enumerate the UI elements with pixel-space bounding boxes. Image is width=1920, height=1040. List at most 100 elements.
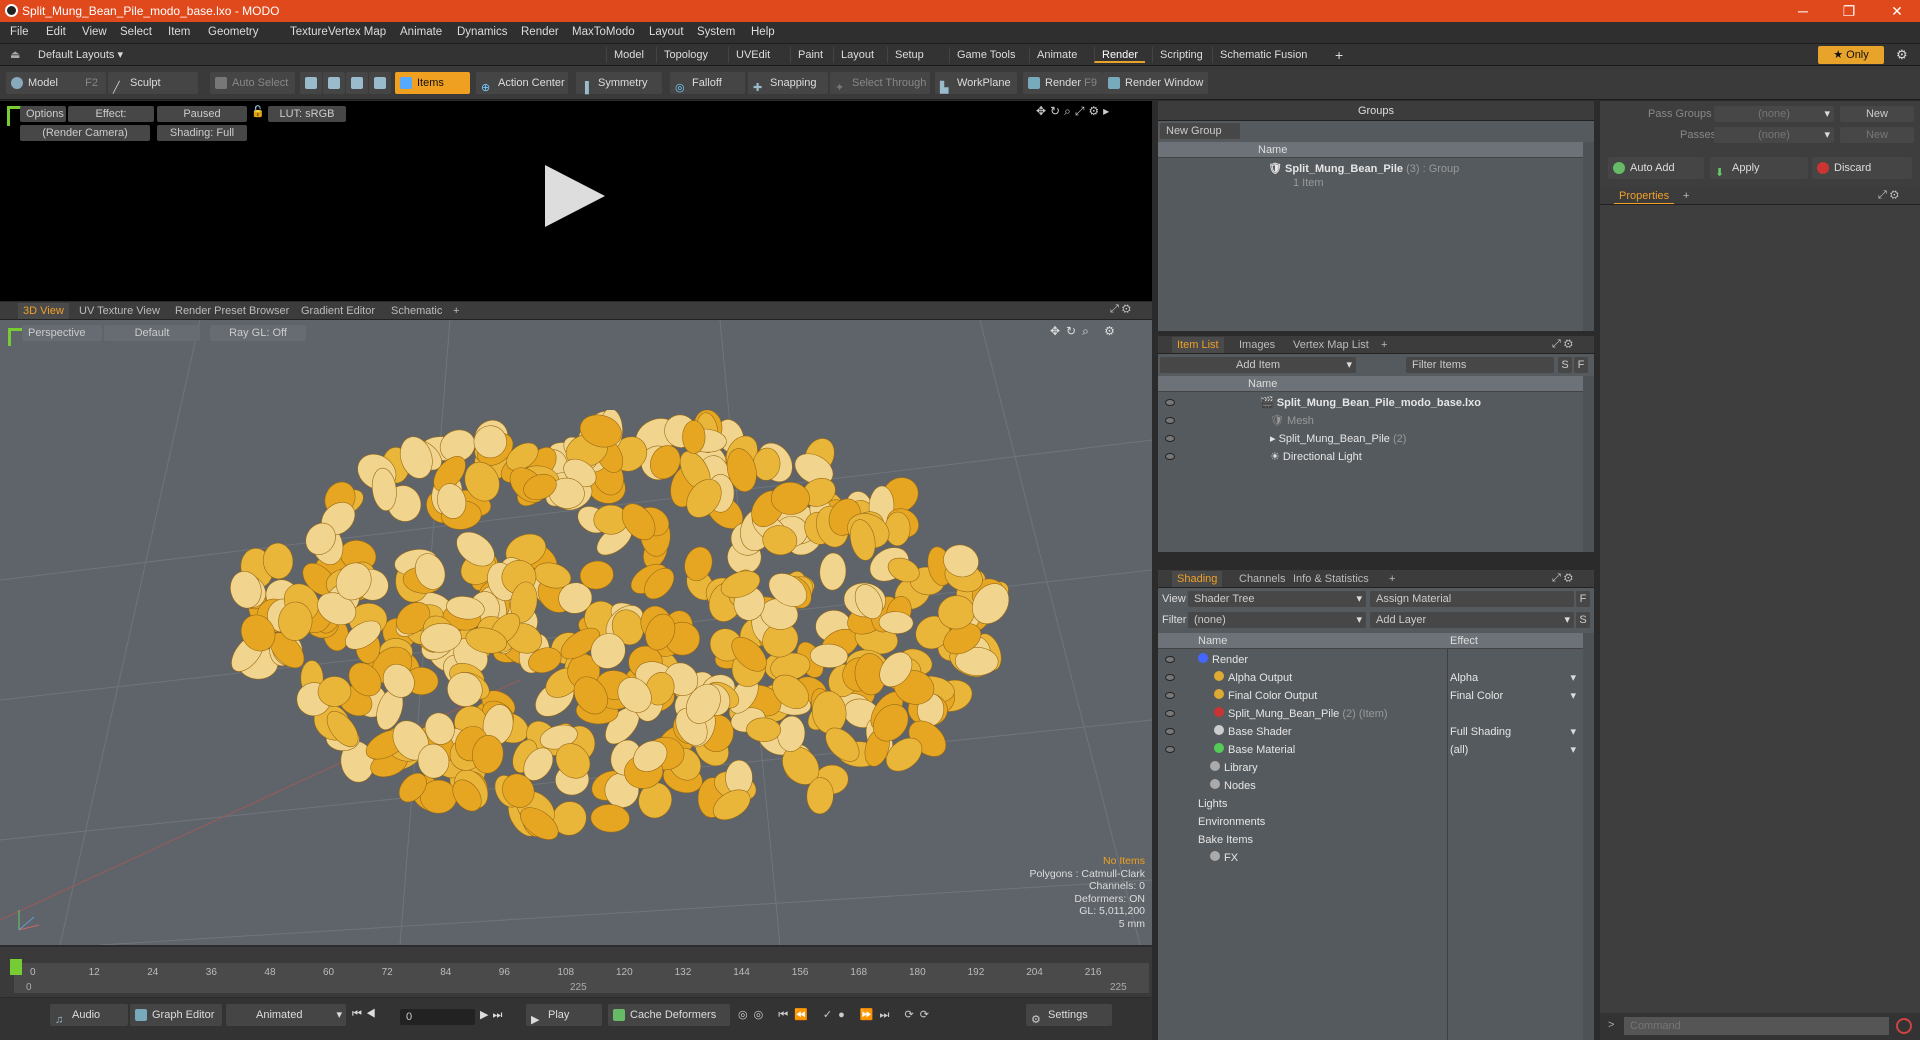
layout-tab-uvedit[interactable]: UVEdit [728,47,777,63]
visibility-eye-icon[interactable] [1165,453,1175,460]
shader-tree-row[interactable]: Nodes [1210,777,1256,795]
new-pass-button[interactable]: New [1840,127,1914,143]
frame-input[interactable]: 0 [400,1009,475,1025]
apply-button[interactable]: ⬇ Apply [1710,157,1808,179]
render-button[interactable]: Render F9 [1023,72,1103,94]
add-properties-tab[interactable]: + [1678,188,1694,204]
layout-tab-render[interactable]: Render [1094,47,1146,63]
shading-tab-info-statistics[interactable]: Info & Statistics [1288,571,1374,587]
perspective-dropdown[interactable]: Perspective [22,325,102,341]
visibility-eye-icon[interactable] [1165,728,1175,735]
workplane-button[interactable]: ▙ WorkPlane [935,72,1017,94]
layout-tab-scripting[interactable]: Scripting [1152,47,1210,63]
menu-render[interactable]: Render [521,26,559,38]
visibility-eye-icon[interactable] [1165,656,1175,663]
minimize-button[interactable]: ─ [1780,0,1826,22]
raygl-dropdown[interactable]: Ray GL: Off [210,325,306,341]
view-tab--[interactable]: + [448,303,464,319]
snapping-button[interactable]: ✚ Snapping [748,72,828,94]
shader-tree-row[interactable]: Render [1198,651,1248,669]
falloff-button[interactable]: ◎ Falloff [670,72,745,94]
sculpt-mode-button[interactable]: ╱ Sculpt [108,72,198,94]
key-controls[interactable]: ◎◎ ⏮⏪ ✓● ⏩⏭ ⟳⟳ [738,1008,935,1022]
layout-tab-animate[interactable]: Animate [1029,47,1084,63]
menu-system[interactable]: System [697,26,735,38]
close-button[interactable]: ✕ [1874,0,1920,22]
itemlist-tab-item-list[interactable]: Item List [1172,337,1224,353]
default-style-dropdown[interactable]: Default [104,325,200,341]
menu-dynamics[interactable]: Dynamics [457,26,507,38]
assign-material-button[interactable]: Assign Material [1370,591,1574,607]
shading-tab-channels[interactable]: Channels [1234,571,1290,587]
visibility-eye-icon[interactable] [1165,692,1175,699]
shader-tree-row[interactable]: Library [1210,759,1258,777]
shading-tab-shading[interactable]: Shading [1172,571,1223,587]
menu-select[interactable]: Select [120,26,152,38]
transport-back-controls[interactable]: ⏮◀ [352,1008,380,1021]
itemlist-tab-vertex-map-list[interactable]: Vertex Map List [1288,337,1374,353]
filter-items-input[interactable]: Filter Items [1406,357,1554,373]
edges-mode-button[interactable] [323,72,345,94]
polygons-mode-button[interactable] [346,72,368,94]
menu-geometry[interactable]: Geometry [208,26,259,38]
visibility-eye-icon[interactable] [1165,399,1175,406]
preview-shading-dropdown[interactable]: Shading: Full [157,125,247,141]
visibility-eye-icon[interactable] [1165,746,1175,753]
view-tab-gradient-editor[interactable]: Gradient Editor [296,303,380,319]
layout-tab-layout[interactable]: Layout [833,47,881,63]
groups-scrollbar[interactable] [1583,142,1594,331]
preview-options-button[interactable]: Options [20,106,66,122]
visibility-eye-icon[interactable] [1165,417,1175,424]
shader-tree-row[interactable]: Lights [1198,795,1227,813]
item-list-s-button[interactable]: S [1558,357,1572,373]
discard-button[interactable]: Discard [1812,157,1912,179]
preview-effect-dropdown[interactable]: Effect: (Shadi... [68,106,154,136]
menu-edit[interactable]: Edit [46,26,66,38]
record-icon[interactable] [1896,1018,1912,1034]
shader-tree-row[interactable]: Base Material [1214,741,1295,759]
item-list-scrollbar[interactable] [1583,376,1594,552]
model-mode-button[interactable]: Model F2 [6,72,106,94]
layout-tab-topology[interactable]: Topology [656,47,715,63]
layout-tab-schematic-fusion[interactable]: Schematic Fusion [1212,47,1314,63]
vertices-mode-button[interactable] [300,72,322,94]
shading-tab--[interactable]: + [1384,571,1400,587]
viewport-nav-controls[interactable]: ✥↻⌕ ⚙ [1050,324,1121,339]
menu-texture[interactable]: Texture [290,26,328,38]
view-tab-schematic[interactable]: Schematic [386,303,447,319]
play-icon[interactable] [540,161,610,231]
item-list-row[interactable]: 🛡 Mesh [1270,412,1314,430]
itemlist-tab--[interactable]: + [1376,337,1392,353]
preview-paused-toggle[interactable]: Paused [157,106,247,122]
new-group-button[interactable]: New Group [1160,123,1240,139]
effect-dropdown[interactable]: Alpha [1450,669,1580,687]
symmetry-button[interactable]: ▐ Symmetry [576,72,662,94]
only-toggle[interactable]: ★ Only [1818,46,1884,64]
menu-item[interactable]: Item [168,26,190,38]
properties-tab[interactable]: Properties [1614,188,1675,204]
effect-dropdown[interactable]: Full Shading [1450,723,1580,741]
pass-groups-dropdown[interactable]: (none) [1714,106,1834,122]
item-list-expand-icon[interactable]: ⤢ ⚙ [1552,338,1573,351]
itemlist-tab-images[interactable]: Images [1234,337,1280,353]
properties-expand-icon[interactable]: ⤢ ⚙ [1878,189,1899,202]
menu-vertex-map[interactable]: Vertex Map [328,26,386,38]
settings-button[interactable]: ⚙ Settings [1026,1004,1112,1026]
render-window-button[interactable]: Render Window [1103,72,1208,94]
timeline[interactable]: 0 12 24 36 48 60 72 84 96 108 120 132 144 156 168 180 19… [0,947,1152,997]
add-layer-dropdown[interactable]: Add Layer [1370,612,1574,628]
auto-select-button[interactable]: Auto Select [210,72,295,94]
menu-layout[interactable]: Layout [649,26,684,38]
menu-file[interactable]: File [10,26,29,38]
cache-deformers-button[interactable]: Cache Deformers [608,1004,730,1026]
layout-tab-setup[interactable]: Setup [887,47,931,63]
command-input[interactable] [1624,1017,1889,1035]
item-list-row[interactable]: ▸ Split_Mung_Bean_Pile (2) [1270,430,1406,448]
preview-lut-dropdown[interactable]: LUT: sRGB [268,106,346,122]
filter-dropdown[interactable]: (none) [1188,612,1366,628]
shading-expand-icon[interactable]: ⤢ ⚙ [1552,572,1573,585]
preview-view-controls[interactable]: ✥↻⌕⤢⚙▸ [1036,104,1113,119]
new-pass-group-button[interactable]: New [1840,106,1914,122]
shader-tree-row[interactable]: Bake Items [1198,831,1253,849]
menu-view[interactable]: View [82,26,107,38]
